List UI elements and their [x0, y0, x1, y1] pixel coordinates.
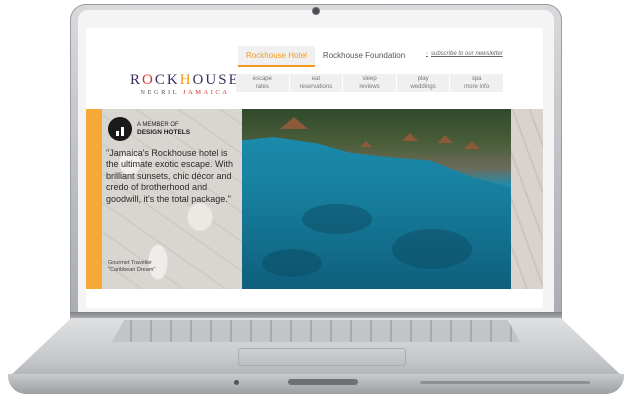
nav-eat-reservations[interactable]: eat reservations — [290, 74, 344, 92]
tab-rockhouse-foundation[interactable]: Rockhouse Foundation — [315, 46, 413, 67]
rockhouse-logo[interactable]: ROCKHOUSE NEGRIL JAMAICA — [130, 72, 240, 96]
front-groove — [420, 381, 590, 384]
nav-escape-rates[interactable]: escape rates — [236, 74, 290, 92]
subscribe-label: subscribe to our newsletter — [431, 51, 503, 57]
hero-section: A MEMBER OF DESIGN HOTELS "Jamaica's Roc… — [86, 109, 543, 289]
webcam-icon — [313, 8, 319, 14]
main-nav: escape rates eat reservations sleep reviews… — [236, 74, 504, 92]
trackpad — [238, 348, 406, 366]
stone-texture-edge — [511, 109, 543, 289]
sleep-indicator-icon — [234, 380, 239, 385]
disc-slot — [288, 379, 358, 385]
reef-shadow — [392, 229, 472, 269]
badge-text: A MEMBER OF DESIGN HOTELS — [137, 122, 191, 136]
testimonial-source: Gourmet Traveller "Caribbean Dream" — [108, 260, 156, 273]
subscribe-newsletter-link[interactable]: › subscribe to our newsletter — [426, 51, 503, 57]
reef-shadow — [302, 204, 372, 234]
cliff-lagoon-photo — [242, 109, 511, 289]
keyboard — [112, 320, 520, 342]
nav-sleep-reviews[interactable]: sleep reviews — [343, 74, 397, 92]
design-hotels-badge[interactable]: A MEMBER OF DESIGN HOTELS — [108, 117, 190, 141]
nav-spa-more-info[interactable]: spa more info — [450, 74, 504, 92]
nav-play-weddings[interactable]: play weddings — [397, 74, 451, 92]
design-hotels-logo-icon — [108, 117, 132, 141]
website-screen: Rockhouse Hotel Rockhouse Foundation › su… — [86, 28, 543, 308]
logo-wordmark: ROCKHOUSE — [130, 72, 240, 88]
arrow-right-icon: › — [426, 51, 428, 57]
reef-shadow — [262, 249, 322, 277]
testimonial-quote: "Jamaica's Rockhouse hotel is the ultima… — [106, 148, 234, 204]
tab-rockhouse-hotel[interactable]: Rockhouse Hotel — [238, 46, 315, 67]
site-tabs: Rockhouse Hotel Rockhouse Foundation — [238, 46, 413, 67]
accent-bar — [86, 109, 102, 289]
logo-location: NEGRIL JAMAICA — [140, 89, 230, 96]
